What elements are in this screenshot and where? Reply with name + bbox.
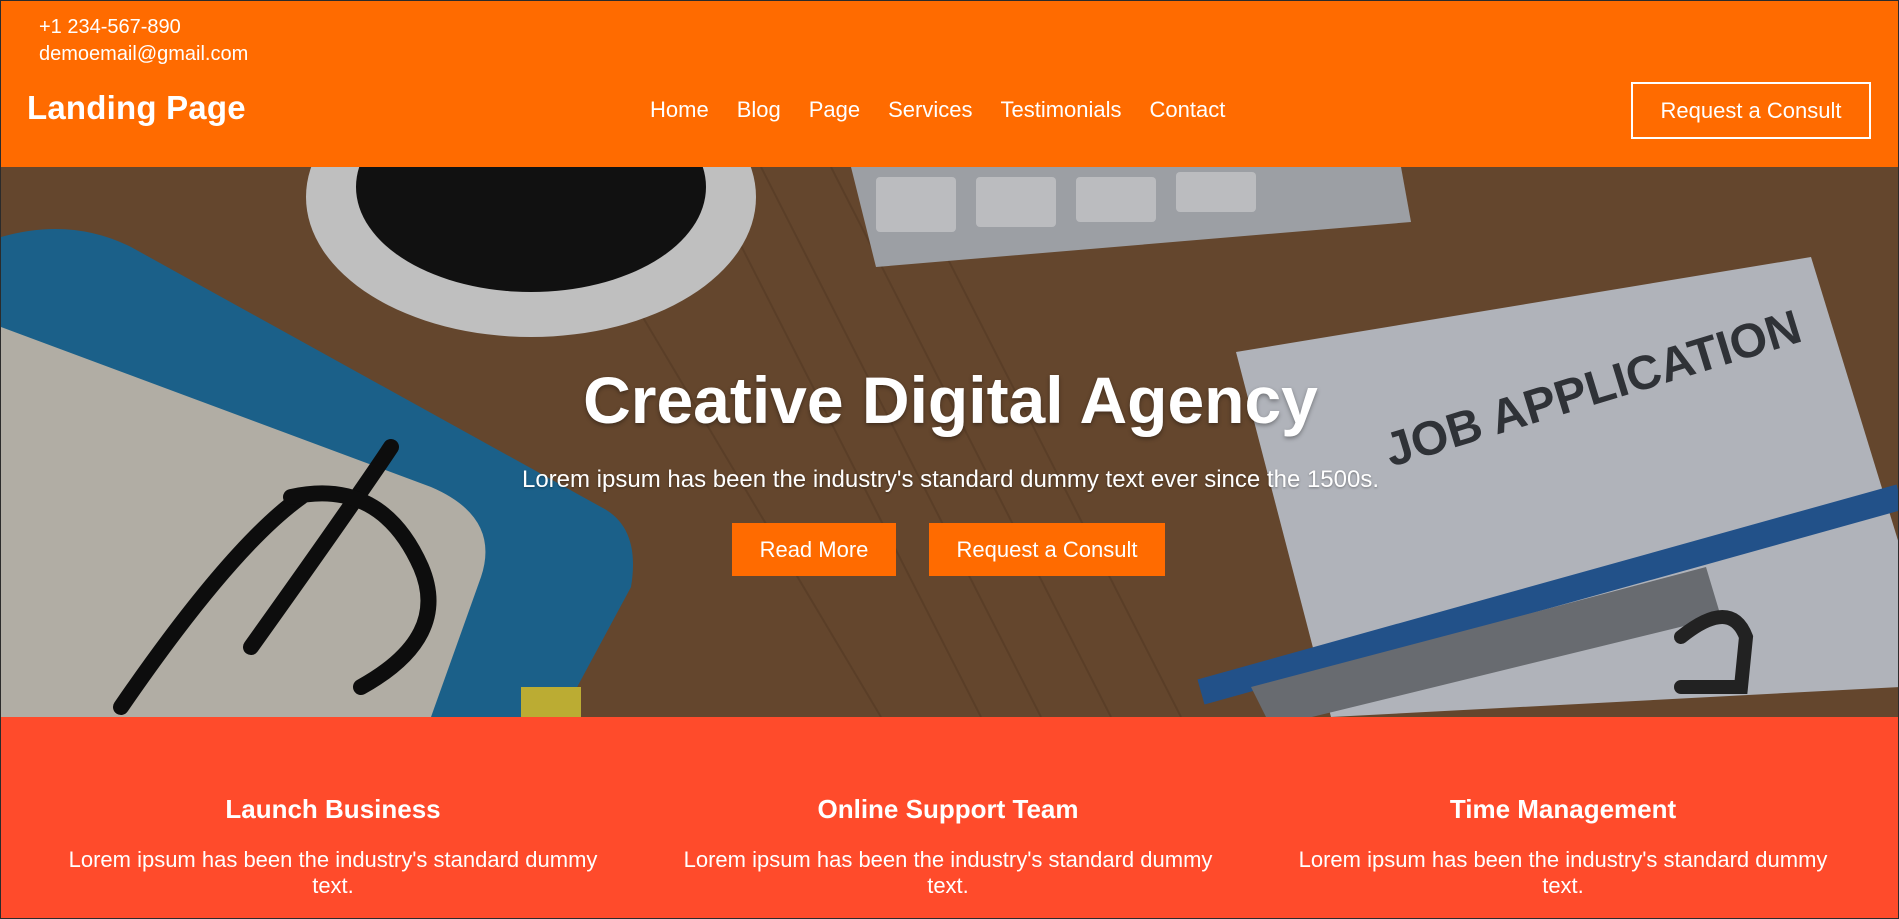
nav-page[interactable]: Page [809,97,860,123]
nav-testimonials[interactable]: Testimonials [1000,97,1121,123]
phone-number[interactable]: +1 234-567-890 [39,14,248,41]
nav-contact[interactable]: Contact [1150,97,1226,123]
site-header: +1 234-567-890 demoemail@gmail.com Landi… [1,1,1898,167]
landing-page: +1 234-567-890 demoemail@gmail.com Landi… [0,0,1899,919]
read-more-button[interactable]: Read More [732,523,896,576]
feature-launch-business: Launch Business Lorem ipsum has been the… [53,794,613,899]
feature-time-management: Time Management Lorem ipsum has been the… [1283,794,1843,899]
email-address[interactable]: demoemail@gmail.com [39,41,248,68]
nav-home[interactable]: Home [650,97,709,123]
feature-online-support-team: Online Support Team Lorem ipsum has been… [668,794,1228,899]
nav-services[interactable]: Services [888,97,972,123]
nav-blog[interactable]: Blog [737,97,781,123]
feature-title: Launch Business [225,794,441,824]
request-consult-hero-button[interactable]: Request a Consult [929,523,1165,576]
features-section: Launch Business Lorem ipsum has been the… [1,717,1898,918]
contact-info: +1 234-567-890 demoemail@gmail.com [39,14,248,68]
feature-title: Online Support Team [817,794,1079,824]
hero-title: Creative Digital Agency [583,363,1318,437]
feature-text: Lorem ipsum has been the industry's stan… [1298,847,1828,898]
feature-text: Lorem ipsum has been the industry's stan… [68,847,598,898]
feature-text: Lorem ipsum has been the industry's stan… [683,847,1213,898]
hero-section: JOB APPLICATION Creative Digital Agency … [1,167,1898,717]
main-nav: Home Blog Page Services Testimonials Con… [650,97,1225,123]
hero-subtitle: Lorem ipsum has been the industry's stan… [521,466,1380,493]
brand-logo-text[interactable]: Landing Page [27,89,246,127]
hero-dark-overlay [1,167,1898,717]
feature-title: Time Management [1449,794,1677,824]
request-consult-header-button[interactable]: Request a Consult [1631,82,1871,139]
